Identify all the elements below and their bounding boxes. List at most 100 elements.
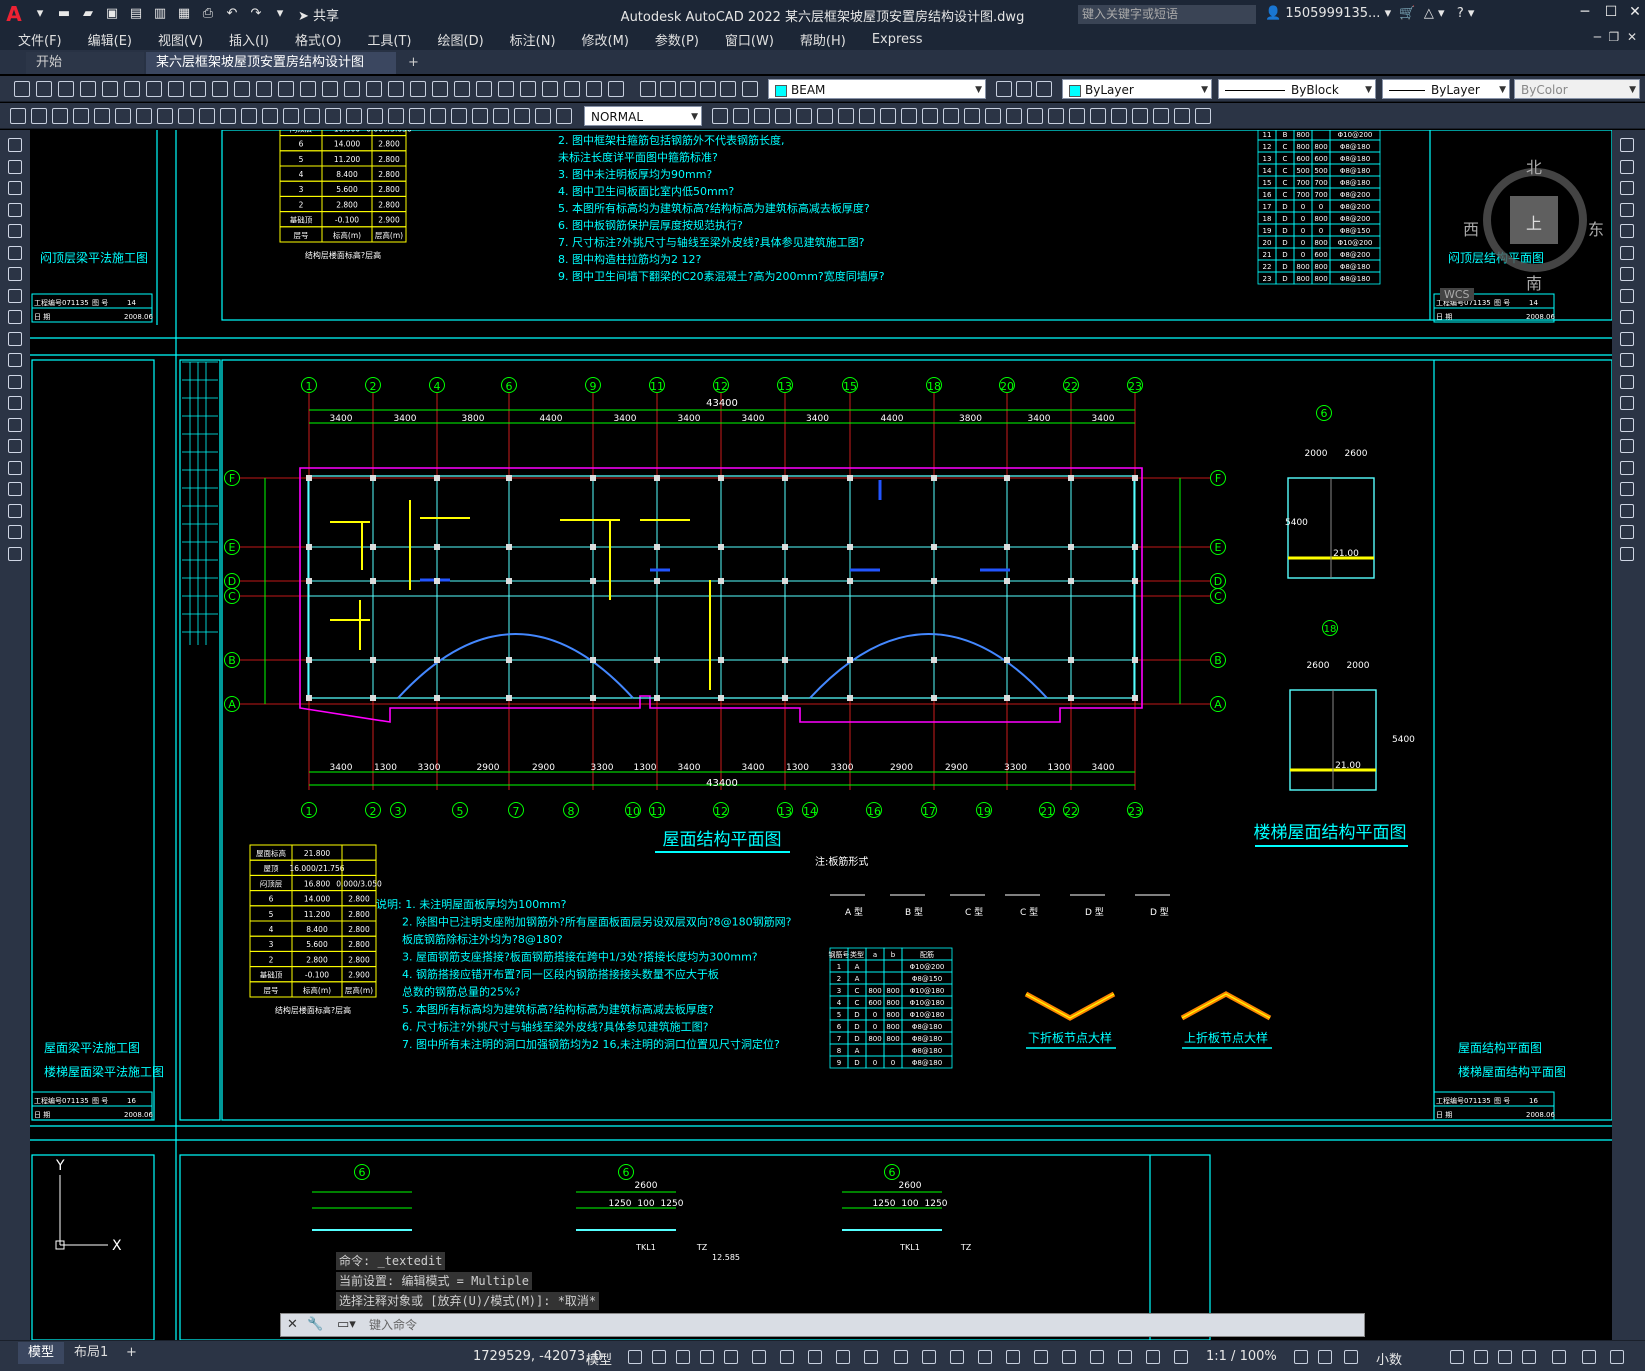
right-tools-tool-icon-14[interactable] — [1620, 439, 1634, 453]
app-menu-chevron-icon[interactable]: ▾ — [31, 6, 49, 22]
toolbar-icon-8[interactable] — [190, 81, 206, 97]
toolbar-icon-10[interactable] — [234, 81, 250, 97]
right-tools-tool-icon-3[interactable] — [1620, 202, 1634, 217]
text-style-dropdown[interactable]: NORMAL ▼ — [584, 106, 702, 126]
left-tools-tool-icon-16[interactable] — [8, 482, 22, 496]
toolbar-icon-36[interactable] — [901, 108, 917, 124]
toolbar-icon-37[interactable] — [922, 108, 938, 124]
toolbar-icon-17[interactable] — [388, 81, 404, 97]
toolbar-icon-22[interactable] — [472, 108, 488, 124]
toolbar-icon-14[interactable] — [304, 108, 320, 124]
toolbar-icon-28[interactable] — [640, 81, 656, 97]
toolbar-icon-27[interactable] — [608, 81, 624, 97]
toolbar-icon-11[interactable] — [241, 108, 257, 124]
toolbar-icon-22[interactable] — [498, 81, 514, 97]
toolbar-icon-35[interactable] — [1016, 81, 1032, 97]
right-tools-tool-icon-5[interactable] — [1620, 245, 1634, 260]
left-tools-tool-icon-3[interactable] — [8, 202, 22, 217]
autodesk-a360-icon[interactable]: △ — [1424, 6, 1434, 21]
right-tools-tool-icon-19[interactable] — [1620, 546, 1634, 561]
menu-express[interactable]: Express — [872, 32, 923, 47]
right-tools-tool-icon-17[interactable] — [1620, 503, 1634, 518]
units-dropdown[interactable]: 小数 — [1376, 1349, 1402, 1368]
left-tools-tool-icon-6[interactable] — [8, 267, 22, 281]
toolbar-icon-10[interactable] — [220, 108, 236, 124]
left-tools-tool-icon-15[interactable] — [8, 460, 22, 475]
toolbar-icon-47[interactable] — [1132, 108, 1148, 124]
toolbar-icon-21[interactable] — [451, 108, 467, 124]
toolbar-icon-23[interactable] — [520, 81, 536, 97]
status-toggle-icon-4[interactable] — [724, 1350, 738, 1364]
left-tools-tool-icon-7[interactable] — [8, 288, 22, 303]
status-toggle-icon-25[interactable] — [1474, 1350, 1488, 1364]
status-toggle-icon-18[interactable] — [1118, 1350, 1132, 1364]
toolbar-icon-6[interactable] — [136, 108, 152, 124]
document-window-controls[interactable]: ─ ❐ ✕ — [1594, 30, 1637, 44]
menu-edit[interactable]: 编辑(E) — [88, 30, 132, 49]
status-toggle-icon-12[interactable] — [950, 1350, 964, 1364]
toolbar-icon-24[interactable] — [542, 81, 558, 97]
help-icon[interactable]: ? — [1457, 6, 1464, 21]
toolbar-icon-42[interactable] — [1027, 108, 1043, 124]
left-tools-tool-icon-13[interactable] — [8, 417, 22, 432]
toolbar-icon-20[interactable] — [430, 108, 446, 124]
toolbar-icon-26[interactable] — [556, 108, 572, 124]
command-customize-icon[interactable]: 🔧 — [307, 1317, 323, 1332]
toolbar-icon-13[interactable] — [283, 108, 299, 124]
toolbar-icon-26[interactable] — [586, 81, 602, 97]
toolbar-icon-40[interactable] — [985, 108, 1001, 124]
open-web-icon[interactable]: ▥ — [151, 6, 169, 22]
command-close-icon[interactable]: ✕ — [287, 1317, 298, 1332]
menu-modify[interactable]: 修改(M) — [582, 30, 629, 49]
toolbar-icon-15[interactable] — [325, 108, 341, 124]
toolbar-icon-5[interactable] — [124, 81, 140, 97]
toolbar-icon-32[interactable] — [817, 108, 833, 124]
toolbar-icon-29[interactable] — [754, 108, 770, 124]
status-toggle-icon-5[interactable] — [752, 1350, 766, 1364]
redo-icon[interactable]: ↷ — [247, 6, 265, 22]
toolbar-icon-13[interactable] — [300, 81, 316, 97]
menu-dimension[interactable]: 标注(N) — [510, 30, 556, 49]
menu-file[interactable]: 文件(F) — [18, 30, 62, 49]
autocad-logo[interactable]: A — [0, 0, 28, 28]
lineweight-dropdown[interactable]: ByLayer ▼ — [1382, 79, 1510, 99]
toolbar-icon-2[interactable] — [52, 108, 68, 124]
status-toggle-icon-9[interactable] — [864, 1350, 878, 1364]
menu-tools[interactable]: 工具(T) — [367, 30, 411, 49]
status-toggle-icon-0[interactable] — [628, 1350, 642, 1364]
share-button[interactable]: ➤ 共享 — [298, 5, 339, 24]
toolbar-icon-48[interactable] — [1153, 108, 1169, 124]
status-toggle-icon-8[interactable] — [836, 1350, 850, 1364]
toolbar-icon-43[interactable] — [1048, 108, 1064, 124]
toolbar-icon-27[interactable] — [712, 108, 728, 124]
viewcube-west[interactable]: 西 — [1463, 216, 1479, 240]
right-tools-tool-icon-13[interactable] — [1620, 417, 1634, 432]
cart-icon[interactable]: 🛒 — [1399, 6, 1415, 21]
right-tools-tool-icon-16[interactable] — [1620, 482, 1634, 496]
layer-dropdown[interactable]: BEAM ▼ — [768, 79, 986, 99]
left-tools-tool-icon-11[interactable] — [8, 374, 22, 389]
save-web-icon[interactable]: ▦ — [175, 6, 193, 22]
tab-model[interactable]: 模型 — [18, 1342, 65, 1364]
toolbar-icon-32[interactable] — [720, 81, 736, 97]
right-tools-tool-icon-12[interactable] — [1620, 396, 1634, 410]
viewcube-south[interactable]: 南 — [1526, 270, 1542, 294]
toolbar-icon-34[interactable] — [859, 108, 875, 124]
status-toggle-icon-13[interactable] — [978, 1350, 992, 1364]
toolbar-icon-8[interactable] — [178, 108, 194, 124]
toolbar-icon-36[interactable] — [1036, 81, 1052, 97]
toolbar-icon-15[interactable] — [344, 81, 360, 97]
right-tools-tool-icon-15[interactable] — [1620, 460, 1634, 475]
menu-format[interactable]: 格式(O) — [295, 30, 341, 49]
toolbar-icon-33[interactable] — [838, 108, 854, 124]
search-input[interactable]: 键入关键字或短语 — [1078, 5, 1256, 24]
toolbar-icon-11[interactable] — [256, 81, 272, 97]
annotation-scale[interactable]: 1:1 / 100% — [1206, 1349, 1277, 1364]
toolbar-icon-23[interactable] — [493, 108, 509, 124]
menu-view[interactable]: 视图(V) — [158, 30, 203, 49]
status-toggle-icon-26[interactable] — [1498, 1350, 1512, 1364]
toolbar-icon-45[interactable] — [1090, 108, 1106, 124]
status-toggle-icon-6[interactable] — [780, 1350, 794, 1364]
right-tools-tool-icon-4[interactable] — [1620, 224, 1634, 238]
toolbar-icon-2[interactable] — [58, 81, 74, 97]
